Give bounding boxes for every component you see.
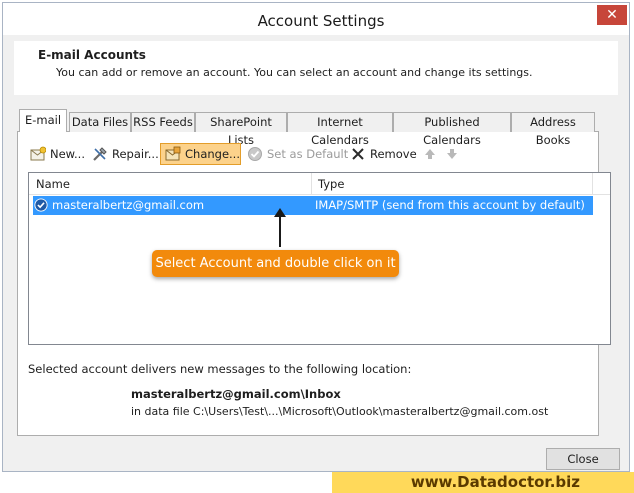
tab-rss-feeds[interactable]: RSS Feeds	[131, 112, 195, 132]
column-header-type[interactable]: Type	[311, 173, 591, 195]
header-subtitle: You can add or remove an account. You ca…	[56, 66, 533, 79]
remove-label: Remove	[370, 147, 417, 161]
annotation-arrow	[279, 212, 281, 247]
account-row[interactable]: masteralbertz@gmail.com IMAP/SMTP (send …	[33, 196, 593, 215]
watermark-banner: www.Datadoctor.biz	[332, 472, 634, 493]
move-up-button[interactable]	[422, 143, 442, 165]
title-bar: Account Settings ✕	[3, 3, 629, 35]
new-label: New...	[50, 147, 85, 161]
set-as-default-label: Set as Default	[267, 147, 349, 161]
header-title: E-mail Accounts	[38, 48, 146, 62]
account-name: masteralbertz@gmail.com	[52, 198, 205, 212]
new-account-button[interactable]: New...	[30, 143, 85, 165]
remove-button[interactable]: Remove	[350, 143, 417, 165]
tab-published-calendars[interactable]: Published Calendars	[393, 112, 511, 147]
set-as-default-button[interactable]: Set as Default	[247, 143, 348, 165]
account-type: IMAP/SMTP (send from this account by def…	[315, 198, 585, 212]
check-circle-icon	[248, 146, 262, 161]
window-close-icon[interactable]: ✕	[597, 5, 627, 25]
tab-email[interactable]: E-mail	[19, 109, 67, 132]
remove-x-icon	[352, 147, 364, 160]
change-account-icon	[165, 146, 181, 160]
repair-label: Repair...	[112, 147, 159, 161]
default-account-check-icon	[34, 198, 48, 212]
change-button[interactable]: Change...	[160, 143, 241, 165]
new-mail-icon	[30, 146, 46, 160]
tab-sharepoint-lists[interactable]: SharePoint Lists	[195, 112, 287, 147]
list-header: Name Type	[29, 173, 610, 195]
move-down-button[interactable]	[444, 143, 464, 165]
tab-data-files[interactable]: Data Files	[69, 112, 131, 132]
change-label: Change...	[185, 147, 240, 161]
instruction-callout: Select Account and double click on it	[152, 250, 399, 277]
delivery-data-file: in data file C:\Users\Test\...\Microsoft…	[131, 405, 549, 418]
arrow-up-icon	[425, 148, 435, 159]
window-title: Account Settings	[257, 12, 385, 30]
repair-button[interactable]: Repair...	[92, 143, 159, 165]
tab-internet-calendars[interactable]: Internet Calendars	[287, 112, 393, 147]
delivery-folder: masteralbertz@gmail.com\Inbox	[131, 387, 341, 401]
delivery-label: Selected account delivers new messages t…	[28, 362, 412, 376]
tools-icon	[93, 146, 107, 161]
column-header-name[interactable]: Name	[29, 173, 311, 195]
close-button[interactable]: Close	[546, 448, 620, 470]
header-filler	[592, 173, 610, 195]
tab-address-books[interactable]: Address Books	[511, 112, 595, 147]
arrow-down-icon	[447, 148, 457, 159]
header-panel: E-mail Accounts You can add or remove an…	[14, 41, 618, 95]
